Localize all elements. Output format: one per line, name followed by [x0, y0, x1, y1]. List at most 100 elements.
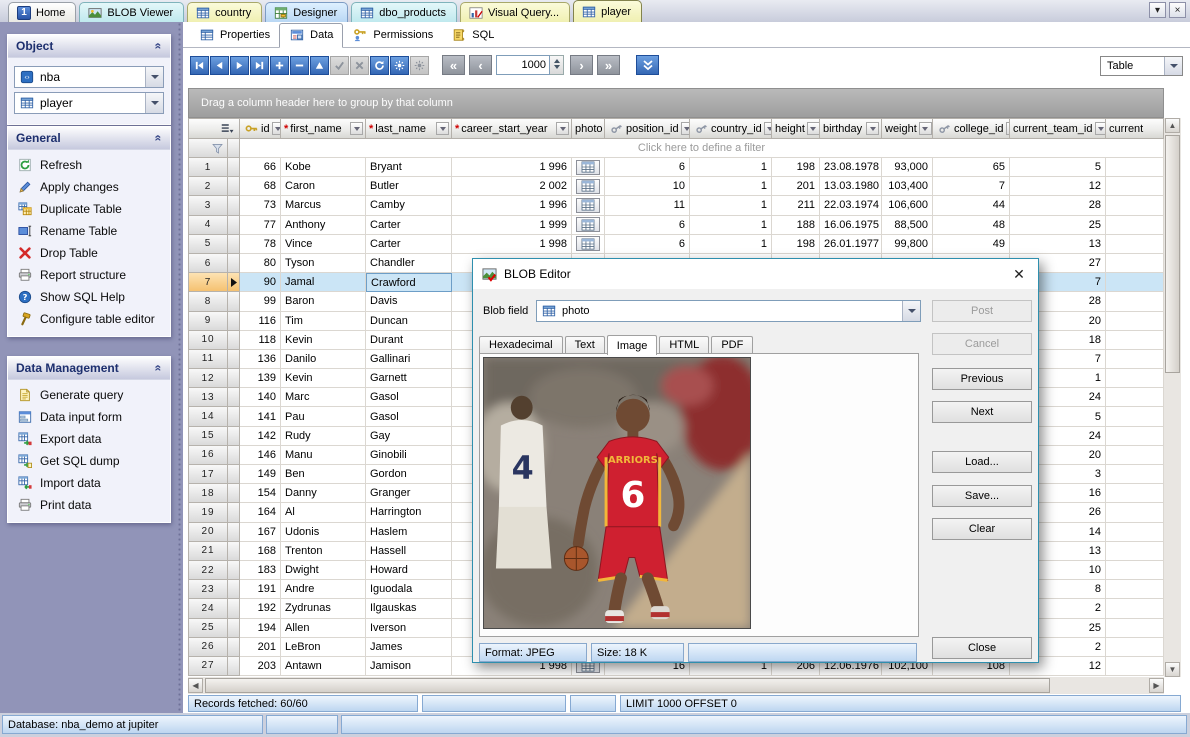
cell-first_name[interactable]: Andre	[281, 580, 366, 599]
sidebar-item-report-structure[interactable]: Report structure	[8, 264, 170, 286]
cell-id[interactable]: 164	[240, 503, 281, 522]
cell-current[interactable]	[1106, 196, 1164, 215]
cell-last_name[interactable]: Gay	[366, 427, 452, 446]
cell-id[interactable]: 149	[240, 465, 281, 484]
cell-current[interactable]	[1106, 638, 1164, 657]
cell-id[interactable]: 191	[240, 580, 281, 599]
horizontal-scrollbar[interactable]: ◀ ▶	[188, 677, 1164, 694]
post-edit-button[interactable]	[330, 56, 349, 75]
tab-properties[interactable]: Properties	[190, 24, 279, 47]
cell-last_name[interactable]: Davis	[366, 292, 452, 311]
dialog-title-bar[interactable]: BLOB Editor ✕	[473, 259, 1038, 289]
cell-first_name[interactable]: Dwight	[281, 561, 366, 580]
cell-first_name[interactable]: Kevin	[281, 369, 366, 388]
cell-first_name[interactable]: Marcus	[281, 196, 366, 215]
sidebar-item-show-sql-help[interactable]: ?Show SQL Help	[8, 286, 170, 308]
cell-first_name[interactable]: Allen	[281, 619, 366, 638]
rollback-transaction-button[interactable]	[410, 56, 429, 75]
cell-last_name[interactable]: Camby	[366, 196, 452, 215]
row-number[interactable]: 23	[188, 580, 228, 599]
window-tab-country[interactable]: country	[187, 2, 262, 22]
cell-id[interactable]: 66	[240, 158, 281, 177]
cell-id[interactable]: 183	[240, 561, 281, 580]
cell-last_name[interactable]: Iguodala	[366, 580, 452, 599]
cell-first_name[interactable]: Kobe	[281, 158, 366, 177]
sidebar-item-print-data[interactable]: Print data	[8, 494, 170, 516]
cell-first_name[interactable]: Tim	[281, 312, 366, 331]
cell-current[interactable]	[1106, 407, 1164, 426]
cell-current[interactable]	[1106, 484, 1164, 503]
next-record-button[interactable]	[230, 56, 249, 75]
cell-first_name[interactable]: Ben	[281, 465, 366, 484]
next-button[interactable]: Next	[932, 401, 1032, 423]
cell-weight[interactable]: 106,600	[882, 196, 933, 215]
cell-id[interactable]: 99	[240, 292, 281, 311]
row-number[interactable]: 3	[188, 196, 228, 215]
tab-sql[interactable]: SQL	[442, 24, 503, 47]
column-header-weight[interactable]: weight	[882, 118, 933, 139]
cell-first_name[interactable]: Kevin	[281, 331, 366, 350]
vertical-scroll-thumb[interactable]	[1165, 135, 1180, 373]
row-number[interactable]: 11	[188, 350, 228, 369]
cell-year[interactable]: 2 002	[452, 177, 572, 196]
table-row[interactable]: 373MarcusCamby1 99611121122.03.1974106,6…	[188, 196, 1164, 215]
cell-current[interactable]	[1106, 177, 1164, 196]
cell-team_id[interactable]: 13	[1010, 235, 1106, 254]
row-number[interactable]: 2	[188, 177, 228, 196]
cell-id[interactable]: 90	[240, 273, 281, 292]
cell-last_name[interactable]: Gasol	[366, 407, 452, 426]
scroll-up-icon[interactable]: ▲	[1165, 118, 1180, 133]
cell-year[interactable]: 1 996	[452, 158, 572, 177]
row-number[interactable]: 16	[188, 446, 228, 465]
object-combo-table[interactable]: player	[14, 92, 164, 114]
cell-photo[interactable]	[572, 196, 605, 215]
row-number[interactable]: 9	[188, 312, 228, 331]
prior-record-button[interactable]	[210, 56, 229, 75]
cell-last_name[interactable]: Granger	[366, 484, 452, 503]
cell-last_name[interactable]: Crawford	[366, 273, 452, 292]
blob-cell-button[interactable]	[576, 160, 600, 175]
cell-id[interactable]: 142	[240, 427, 281, 446]
chevron-down-icon[interactable]: ▾	[1149, 2, 1166, 18]
row-number[interactable]: 14	[188, 407, 228, 426]
column-header-team_id[interactable]: current_team_id	[1010, 118, 1106, 139]
cell-first_name[interactable]: Antawn	[281, 657, 366, 676]
scroll-down-icon[interactable]: ▼	[1165, 662, 1180, 677]
row-number[interactable]: 20	[188, 523, 228, 542]
row-number[interactable]: 15	[188, 427, 228, 446]
previous-button[interactable]: Previous	[932, 368, 1032, 390]
table-row[interactable]: 578VinceCarter1 9986119826.01.197799,800…	[188, 235, 1164, 254]
cell-current[interactable]	[1106, 273, 1164, 292]
cell-last_name[interactable]: Gordon	[366, 465, 452, 484]
vertical-scrollbar[interactable]: ▲ ▼	[1164, 118, 1181, 677]
row-number[interactable]: 22	[188, 561, 228, 580]
row-number[interactable]: 25	[188, 619, 228, 638]
sidebar-item-export-data[interactable]: Export data	[8, 428, 170, 450]
cell-first_name[interactable]: Zydrunas	[281, 599, 366, 618]
cell-position_id[interactable]: 10	[605, 177, 690, 196]
cell-last_name[interactable]: Iverson	[366, 619, 452, 638]
chevron-down-icon[interactable]	[145, 67, 163, 87]
cell-birthday[interactable]: 23.08.1978	[820, 158, 882, 177]
cell-current[interactable]	[1106, 561, 1164, 580]
object-panel-header[interactable]: Object «	[8, 35, 170, 58]
cell-id[interactable]: 73	[240, 196, 281, 215]
cell-country_id[interactable]: 1	[690, 158, 772, 177]
cancel-button[interactable]: Cancel	[932, 333, 1032, 355]
cell-college_id[interactable]: 49	[933, 235, 1010, 254]
cell-id[interactable]: 203	[240, 657, 281, 676]
cell-first_name[interactable]: LeBron	[281, 638, 366, 657]
cell-current[interactable]	[1106, 446, 1164, 465]
blob-tab-hexadecimal[interactable]: Hexadecimal	[479, 336, 563, 354]
table-row[interactable]: 166KobeBryant1 9966119823.08.197893,0006…	[188, 158, 1164, 177]
load-button[interactable]: Load...	[932, 451, 1032, 473]
delete-record-button[interactable]	[290, 56, 309, 75]
row-number[interactable]: 5	[188, 235, 228, 254]
window-tab-dbo-products[interactable]: dbo_products	[351, 2, 457, 22]
column-header-college_id[interactable]: college_id	[933, 118, 1010, 139]
cell-weight[interactable]: 99,800	[882, 235, 933, 254]
cell-id[interactable]: 78	[240, 235, 281, 254]
sidebar-item-refresh[interactable]: Refresh	[8, 154, 170, 176]
cell-id[interactable]: 194	[240, 619, 281, 638]
close-icon[interactable]: ×	[1169, 2, 1186, 18]
